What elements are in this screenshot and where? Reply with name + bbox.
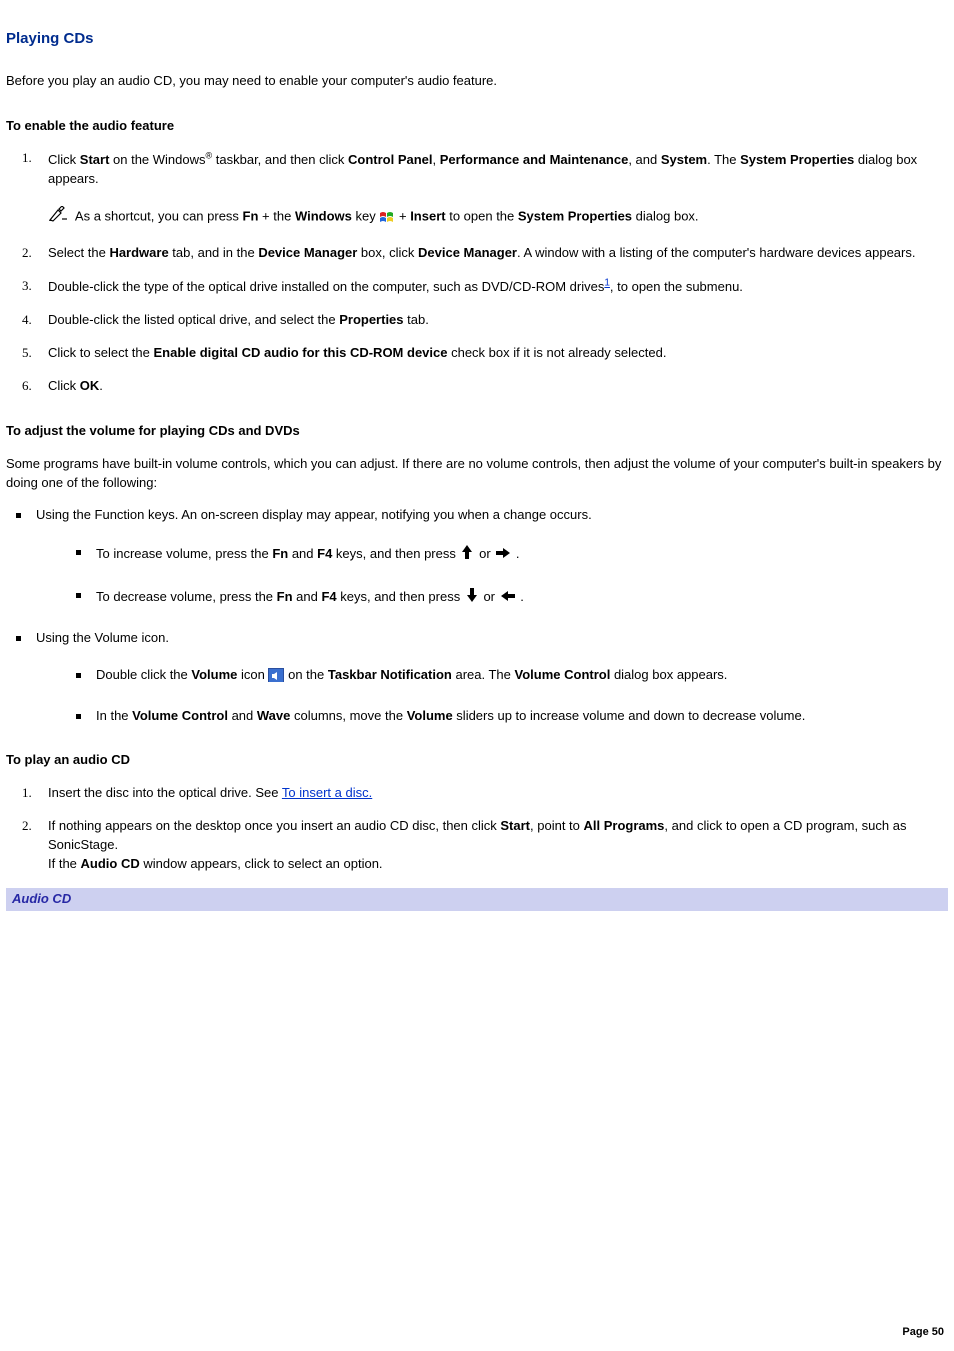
- volume-icon-sublist: Double click the Volume icon on the Task…: [66, 666, 948, 726]
- step-number: 6.: [22, 377, 32, 396]
- step-number: 4.: [22, 311, 32, 330]
- step-text: Double-click the type of the optical dri…: [48, 279, 743, 294]
- sub-volume-sliders: In the Volume Control and Wave columns, …: [66, 707, 948, 726]
- step-text: Double-click the listed optical drive, a…: [48, 312, 429, 327]
- arrow-up-icon: [459, 543, 475, 561]
- windows-key-icon: [379, 210, 395, 224]
- arrow-left-icon: [499, 588, 517, 604]
- arrow-right-icon: [494, 545, 512, 561]
- enable-audio-steps: 1. Click Start on the Windows® taskbar, …: [44, 149, 948, 395]
- fn-key-sublist: To increase volume, press the Fn and F4 …: [66, 543, 948, 607]
- step-number: 5.: [22, 344, 32, 363]
- arrow-down-icon: [464, 586, 480, 604]
- step-text: Click OK.: [48, 378, 103, 393]
- volume-taskbar-icon: [268, 668, 284, 682]
- bullet-function-keys: Using the Function keys. An on-screen di…: [6, 506, 948, 607]
- step-number: 2.: [22, 244, 32, 263]
- step-number: 1.: [22, 784, 32, 803]
- bullet-volume-icon: Using the Volume icon. Double click the …: [6, 629, 948, 726]
- page-title: Playing CDs: [6, 28, 948, 50]
- play-step-2: 2. If nothing appears on the desktop onc…: [44, 817, 948, 874]
- play-step-1: 1. Insert the disc into the optical driv…: [44, 784, 948, 803]
- intro-paragraph: Before you play an audio CD, you may nee…: [6, 72, 948, 91]
- step-5: 5. Click to select the Enable digital CD…: [44, 344, 948, 363]
- step-1: 1. Click Start on the Windows® taskbar, …: [44, 149, 948, 228]
- sub-decrease-volume: To decrease volume, press the Fn and F4 …: [66, 586, 948, 607]
- heading-play-cd: To play an audio CD: [6, 751, 948, 770]
- step-number: 3.: [22, 277, 32, 296]
- step-text: Insert the disc into the optical drive. …: [48, 785, 372, 800]
- pencil-note-icon: [48, 206, 68, 228]
- insert-disc-link[interactable]: To insert a disc.: [282, 785, 372, 800]
- step-text: Click Start on the Windows® taskbar, and…: [48, 152, 917, 186]
- step-number: 2.: [22, 817, 32, 836]
- step-3: 3. Double-click the type of the optical …: [44, 277, 948, 297]
- page-number: Page 50: [902, 1325, 944, 1341]
- step-text: Click to select the Enable digital CD au…: [48, 345, 666, 360]
- adjust-volume-intro: Some programs have built-in volume contr…: [6, 455, 948, 493]
- heading-adjust-volume: To adjust the volume for playing CDs and…: [6, 422, 948, 441]
- step-6: 6. Click OK.: [44, 377, 948, 396]
- step-text: Select the Hardware tab, and in the Devi…: [48, 245, 915, 260]
- document-page: Playing CDs Before you play an audio CD,…: [0, 0, 954, 1351]
- step-4: 4. Double-click the listed optical drive…: [44, 311, 948, 330]
- figure-caption-audio-cd: Audio CD: [6, 888, 948, 911]
- step-text: If nothing appears on the desktop once y…: [48, 818, 906, 871]
- sub-increase-volume: To increase volume, press the Fn and F4 …: [66, 543, 948, 564]
- shortcut-note: As a shortcut, you can press Fn + the Wi…: [48, 206, 948, 228]
- sub-double-click-volume: Double click the Volume icon on the Task…: [66, 666, 948, 685]
- step-number: 1.: [22, 149, 32, 168]
- heading-enable-audio: To enable the audio feature: [6, 117, 948, 136]
- play-cd-steps: 1. Insert the disc into the optical driv…: [44, 784, 948, 873]
- volume-methods-list: Using the Function keys. An on-screen di…: [6, 506, 948, 725]
- step-2: 2. Select the Hardware tab, and in the D…: [44, 244, 948, 263]
